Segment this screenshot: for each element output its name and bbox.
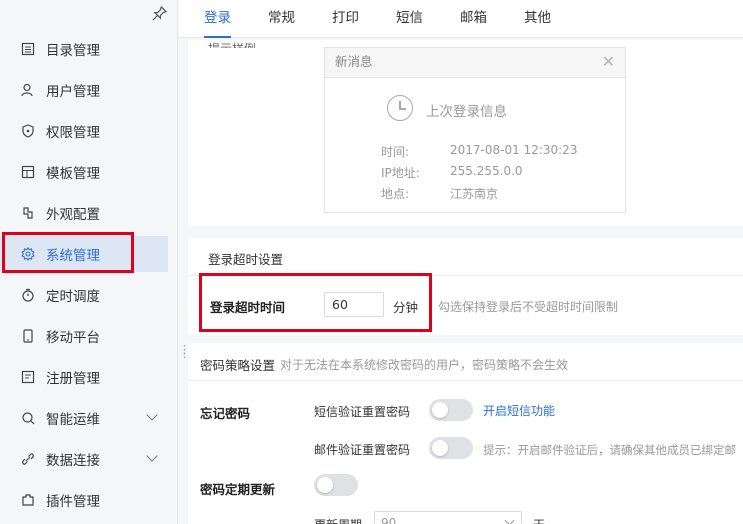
tab-other[interactable]: 其他 xyxy=(524,0,551,38)
divider xyxy=(188,275,743,276)
tab-email[interactable]: 邮箱 xyxy=(460,0,487,38)
period-value: 90 xyxy=(381,516,397,524)
sidebar-item-label: 注册管理 xyxy=(46,371,100,387)
sidebar-item-label: 模板管理 xyxy=(46,166,100,182)
sidebar-item-smart-ops[interactable]: 智能运维 xyxy=(0,400,168,436)
period-select[interactable]: 90 xyxy=(374,511,522,524)
sidebar-item-users[interactable]: 用户管理 xyxy=(0,72,168,108)
section-title: 密码策略设置 xyxy=(200,358,276,373)
chevron-down-icon[interactable] xyxy=(146,409,158,421)
periodic-update-label: 密码定期更新 xyxy=(200,482,276,497)
pin-icon[interactable] xyxy=(152,5,168,22)
info-key: 时间: xyxy=(381,145,410,159)
sidebar-item-plugins[interactable]: 插件管理 xyxy=(0,482,168,518)
sidebar-item-data-connection[interactable]: 数据连接 xyxy=(0,441,168,477)
sidebar-item-label: 外观配置 xyxy=(46,207,100,223)
message-title: 上次登录信息 xyxy=(426,104,507,120)
tab-login[interactable]: 登录 xyxy=(204,0,231,38)
timeout-input[interactable] xyxy=(324,292,384,317)
plugin-icon xyxy=(20,492,36,508)
email-reset-toggle[interactable] xyxy=(429,437,473,459)
email-reset-label: 邮件验证重置密码 xyxy=(314,443,411,457)
sidebar-item-label: 数据连接 xyxy=(46,453,100,469)
sidebar-item-system[interactable]: 系统管理 xyxy=(0,236,168,272)
chevron-down-icon[interactable] xyxy=(146,450,158,462)
tab-print[interactable]: 打印 xyxy=(332,0,359,38)
email-hint: 提示：开启邮件验证后，请确保其他成员已绑定邮 xyxy=(483,443,736,457)
timeout-hint: 勾选保持登录后不受超时时间限制 xyxy=(438,300,619,314)
sidebar-item-catalog[interactable]: 目录管理 xyxy=(0,31,168,67)
list-icon xyxy=(20,41,36,57)
ops-icon xyxy=(20,410,36,426)
sidebar-item-templates[interactable]: 模板管理 xyxy=(0,154,168,190)
sidebar-item-mobile[interactable]: 移动平台 xyxy=(0,318,168,354)
sidebar-item-registration[interactable]: 注册管理 xyxy=(0,359,168,395)
info-key: IP地址: xyxy=(381,166,420,180)
chevron-down-icon xyxy=(504,515,515,524)
preview-label: 提示样例 xyxy=(208,40,256,48)
link-icon xyxy=(20,451,36,467)
info-key: 地点: xyxy=(381,187,410,201)
sidebar-item-label: 插件管理 xyxy=(46,494,100,510)
mobile-icon xyxy=(20,328,36,344)
sidebar-item-appearance[interactable]: 外观配置 xyxy=(0,195,168,231)
user-icon xyxy=(20,82,36,98)
sidebar-item-label: 系统管理 xyxy=(46,248,100,264)
enable-sms-link[interactable]: 开启短信功能 xyxy=(483,402,555,419)
sidebar-item-label: 目录管理 xyxy=(46,43,100,59)
timeout-label: 登录超时时间 xyxy=(210,300,286,315)
sidebar: 目录管理 用户管理 权限管理 模板管理 外观配置 系统管理 定时调度 移动平台 … xyxy=(0,0,178,524)
sms-reset-toggle[interactable] xyxy=(429,399,473,421)
tab-sms[interactable]: 短信 xyxy=(396,0,423,38)
tab-bar: 登录 常规 打印 短信 邮箱 其他 xyxy=(179,0,743,38)
timeout-unit: 分钟 xyxy=(393,300,419,315)
period-unit: 天 xyxy=(533,516,545,524)
register-icon xyxy=(20,369,36,385)
section-title: 登录超时设置 xyxy=(208,252,284,267)
clock-icon xyxy=(387,95,413,121)
template-icon xyxy=(20,164,36,180)
login-preview-panel: 提示样例 新消息 ✕ 上次登录信息 时间: 2017-08-01 12:30:2… xyxy=(188,40,743,226)
sidebar-item-label: 权限管理 xyxy=(46,125,100,141)
timer-icon xyxy=(20,287,36,303)
tab-general[interactable]: 常规 xyxy=(268,0,295,38)
sms-reset-label: 短信验证重置密码 xyxy=(314,405,411,419)
shield-icon xyxy=(20,123,36,139)
info-value: 255.255.0.0 xyxy=(450,164,523,178)
info-value: 江苏南京 xyxy=(450,187,499,201)
message-preview: 新消息 ✕ 上次登录信息 时间: 2017-08-01 12:30:23 IP地… xyxy=(324,47,626,213)
login-timeout-panel: 登录超时设置 登录超时时间 分钟 勾选保持登录后不受超时时间限制 xyxy=(188,238,743,335)
forgot-password-label: 忘记密码 xyxy=(200,406,251,421)
password-policy-panel: 密码策略设置 对于无法在本系统修改密码的用户，密码策略不会生效 忘记密码 短信验… xyxy=(188,343,743,524)
period-label: 更新周期 xyxy=(314,516,362,524)
divider xyxy=(188,380,743,381)
message-header: 新消息 ✕ xyxy=(325,48,625,78)
sidebar-item-label: 智能运维 xyxy=(46,412,100,428)
sidebar-item-permissions[interactable]: 权限管理 xyxy=(0,113,168,149)
sidebar-item-label: 用户管理 xyxy=(46,84,100,100)
sidebar-item-scheduler[interactable]: 定时调度 xyxy=(0,277,168,313)
section-hint: 对于无法在本系统修改密码的用户，密码策略不会生效 xyxy=(280,358,569,372)
info-value: 2017-08-01 12:30:23 xyxy=(450,143,578,157)
appearance-icon xyxy=(20,205,36,221)
periodic-update-toggle[interactable] xyxy=(314,474,358,496)
gear-icon xyxy=(20,246,36,262)
close-icon[interactable]: ✕ xyxy=(602,48,615,76)
sidebar-item-label: 移动平台 xyxy=(46,330,100,346)
sidebar-item-label: 定时调度 xyxy=(46,289,100,305)
message-header-title: 新消息 xyxy=(335,54,373,69)
